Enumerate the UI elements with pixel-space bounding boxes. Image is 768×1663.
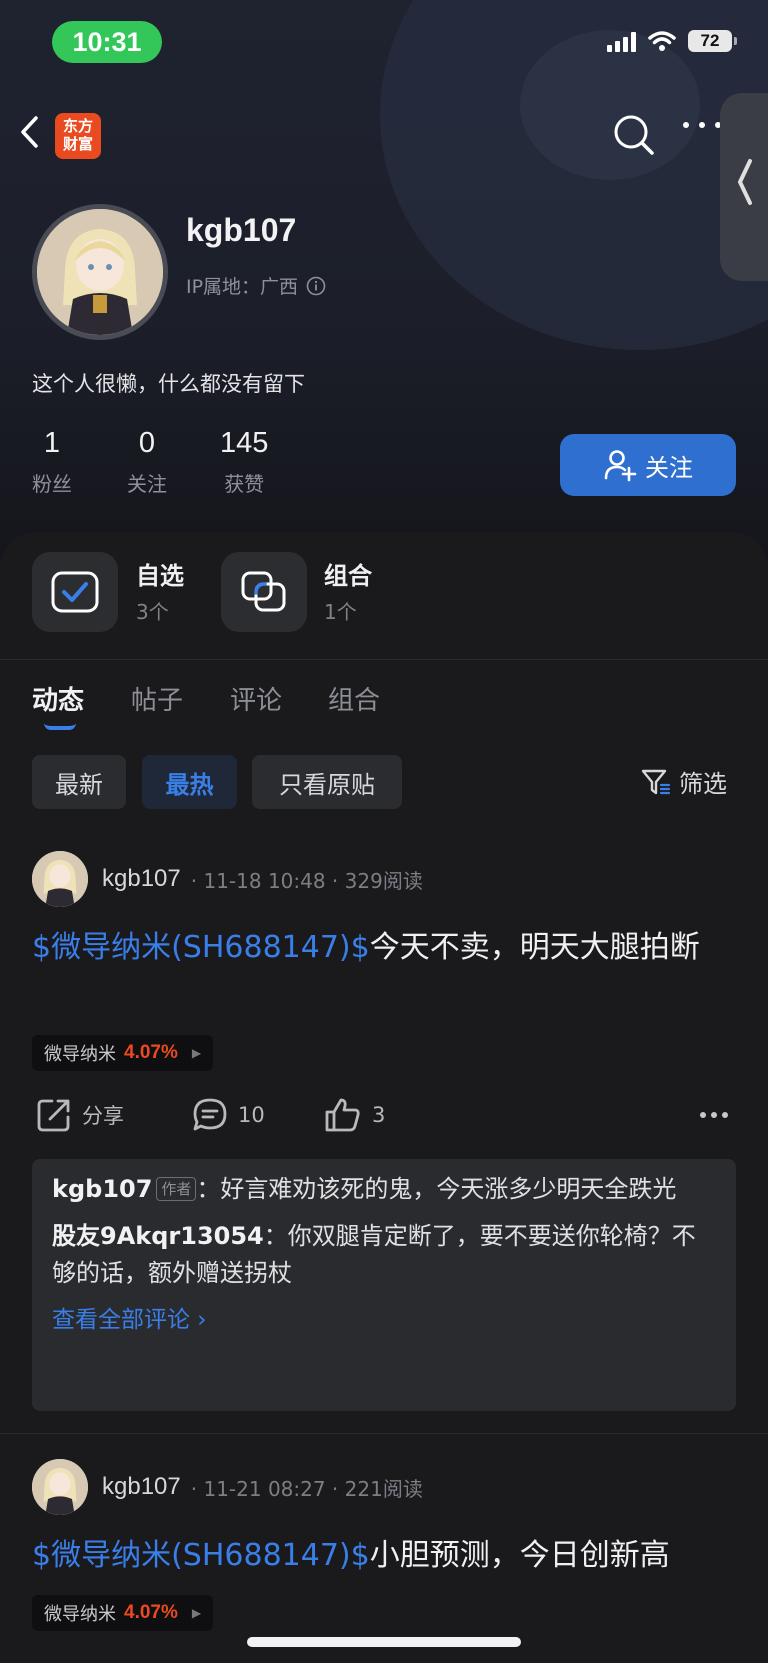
header-decoration-face	[520, 30, 700, 180]
post-meta: · 11-18 10:48 · 329阅读	[190, 868, 423, 893]
post-username[interactable]: kgb107	[102, 1473, 181, 1501]
avatar[interactable]	[32, 851, 88, 907]
stock-tag-name: 微导纳米	[44, 1044, 116, 1065]
post-username[interactable]: kgb107	[102, 865, 181, 893]
avatar-image	[37, 209, 163, 335]
side-drawer-handle[interactable]	[720, 93, 768, 281]
tab-posts[interactable]: 帖子	[131, 680, 183, 717]
avatar-image	[32, 1459, 88, 1515]
profile-username: kgb107	[186, 212, 297, 248]
post-meta: · 11-21 08:27 · 221阅读	[190, 1476, 423, 1501]
comment-author[interactable]: 股友9Akqr13054	[52, 1222, 264, 1250]
filter-button[interactable]: 筛选	[641, 764, 727, 799]
watchlist-check-icon	[51, 571, 99, 613]
stock-link[interactable]: $微导纳米(SH688147)$	[32, 1538, 370, 1573]
stat-following-count: 0	[138, 427, 156, 459]
stat-likes-label: 获赞	[224, 472, 265, 496]
comment-button[interactable]: 10	[192, 1097, 265, 1133]
cellular-signal-icon	[607, 30, 636, 52]
share-button[interactable]: 分享	[36, 1097, 124, 1133]
ip-location: IP属地：广西	[186, 272, 326, 299]
stock-tag-name: 微导纳米	[44, 1604, 116, 1625]
portfolio-count: 1个	[324, 600, 357, 624]
post-header: kgb107 · 11-21 08:27 · 221阅读	[32, 1459, 423, 1515]
stock-tag[interactable]: 微导纳米 4.07% ▶	[32, 1035, 214, 1071]
add-user-icon	[604, 450, 637, 482]
tab-comments[interactable]: 评论	[230, 680, 282, 717]
stock-link[interactable]: $微导纳米(SH688147)$	[32, 930, 370, 965]
battery-icon: 72	[688, 30, 737, 52]
status-time: 10:31	[52, 21, 162, 63]
tab-activity[interactable]: 动态	[32, 680, 84, 717]
author-badge: 作者	[156, 1177, 197, 1201]
stock-tag-change: 4.07%	[124, 1042, 178, 1063]
filter-icon	[641, 769, 671, 794]
post-content[interactable]: $微导纳米(SH688147)$今天不卖，明天大腿拍断	[32, 924, 732, 972]
stock-tag[interactable]: 微导纳米 4.07% ▶	[32, 1595, 214, 1631]
wifi-icon	[648, 31, 676, 51]
triangle-right-icon: ▶	[191, 1046, 202, 1060]
back-button[interactable]	[18, 112, 48, 152]
triangle-right-icon: ▶	[191, 1606, 202, 1620]
stat-fans-count: 1	[43, 427, 61, 459]
post-body: 小胆预测，今日创新高	[369, 1538, 670, 1573]
post-more-icon[interactable]	[700, 1112, 728, 1118]
chevron-left-icon	[21, 116, 38, 148]
comment-text: ：好言难劝该死的鬼，今天涨多少明天全跌光	[196, 1175, 677, 1203]
share-label: 分享	[82, 1104, 124, 1128]
share-icon	[37, 1099, 70, 1132]
search-icon	[614, 115, 654, 155]
comment-author[interactable]: kgb107	[52, 1175, 152, 1203]
status-icons: 72	[607, 30, 737, 52]
stat-fans[interactable]: 1 粉丝	[32, 427, 72, 497]
portfolio-title[interactable]: 组合	[324, 556, 372, 591]
stat-likes[interactable]: 145 获赞	[220, 427, 268, 497]
chip-latest[interactable]: 最新	[32, 755, 126, 809]
chevron-left-icon	[737, 159, 752, 205]
tab-indicator	[44, 723, 76, 730]
portfolio-icon	[241, 571, 286, 612]
more-dots-icon	[683, 122, 721, 128]
comment-item: kgb107 作者 ：好言难劝该死的鬼，今天涨多少明天全跌光	[52, 1171, 716, 1208]
home-indicator	[247, 1637, 521, 1647]
tab-portfolio[interactable]: 组合	[328, 680, 380, 717]
comment-count: 10	[238, 1103, 265, 1127]
stat-following[interactable]: 0 关注	[127, 427, 167, 497]
watchlist-tile[interactable]	[32, 552, 118, 632]
ip-location-label: IP属地：广西	[186, 276, 299, 298]
divider	[0, 659, 768, 660]
follow-button-label: 关注	[645, 453, 693, 482]
filter-label: 筛选	[679, 770, 727, 798]
watchlist-title[interactable]: 自选	[136, 556, 184, 591]
stock-tag-change: 4.07%	[124, 1602, 178, 1623]
stat-following-label: 关注	[127, 472, 167, 496]
chip-original-only[interactable]: 只看原贴	[252, 755, 402, 809]
chip-hottest[interactable]: 最热	[142, 755, 237, 809]
post-content[interactable]: $微导纳米(SH688147)$小胆预测，今日创新高	[32, 1532, 732, 1580]
info-icon[interactable]	[306, 276, 326, 296]
comment-preview[interactable]: kgb107 作者 ：好言难劝该死的鬼，今天涨多少明天全跌光 股友9Akqr1305…	[32, 1159, 736, 1411]
post-header: kgb107 · 11-18 10:48 · 329阅读	[32, 851, 423, 907]
avatar[interactable]	[32, 1459, 88, 1515]
avatar-image	[32, 851, 88, 907]
app-logo: 东方 财富	[55, 113, 101, 159]
like-button[interactable]: 3	[324, 1097, 385, 1133]
post-body: 今天不卖，明天大腿拍断	[369, 930, 700, 965]
thumbs-up-icon	[325, 1098, 360, 1132]
divider	[0, 1433, 768, 1434]
comment-item: 股友9Akqr13054：你双腿肯定断了，要不要送你轮椅？不够的话，额外赠送拐杖	[52, 1218, 716, 1292]
see-all-comments-link[interactable]: 查看全部评论 ›	[52, 1300, 716, 1334]
more-button[interactable]	[680, 115, 724, 155]
watchlist-count: 3个	[136, 600, 169, 624]
portfolio-tile[interactable]	[221, 552, 307, 632]
stat-fans-label: 粉丝	[32, 472, 72, 496]
avatar[interactable]	[32, 204, 168, 340]
stat-likes-count: 145	[220, 427, 269, 459]
follow-button[interactable]: 关注	[560, 434, 736, 496]
comment-icon	[193, 1098, 227, 1131]
like-count: 3	[372, 1103, 386, 1127]
search-button[interactable]	[612, 113, 656, 157]
profile-bio: 这个人很懒，什么都没有留下	[32, 372, 305, 396]
